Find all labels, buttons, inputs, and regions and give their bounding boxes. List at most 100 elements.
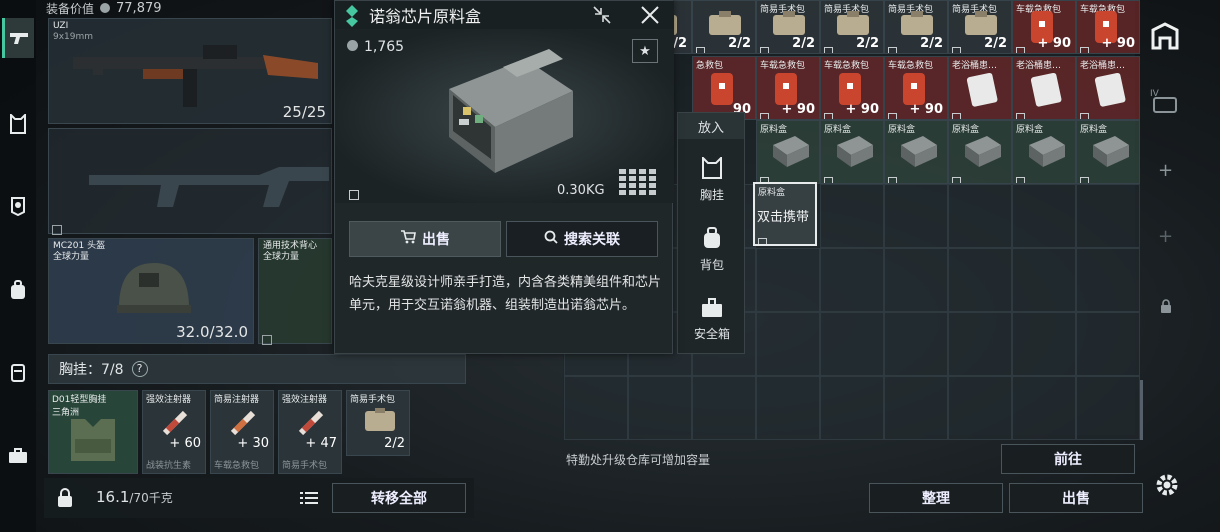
- equipment-value-label: 装备价值: [46, 1, 95, 16]
- empty-stash-cell[interactable]: [1076, 248, 1140, 312]
- empty-stash-cell[interactable]: [756, 376, 820, 440]
- goto-button[interactable]: 前往: [1001, 444, 1135, 474]
- rig-item-injector-2[interactable]: 简易注射器 + 30 车载急救包: [210, 390, 274, 474]
- item-count: + 60: [169, 436, 201, 451]
- rig-item-surgery-kit[interactable]: 简易手术包 2/2: [346, 390, 410, 456]
- nav-weapon-tab[interactable]: [2, 18, 34, 58]
- stash-item[interactable]: 老浴桶患…: [1012, 56, 1076, 120]
- empty-stash-cell[interactable]: [756, 312, 820, 376]
- cell-corner-icon: [888, 107, 897, 119]
- nav-backpack-tab[interactable]: [2, 270, 34, 310]
- briefcase-icon: [8, 448, 28, 464]
- stash-item[interactable]: 老浴桶患…: [1076, 56, 1140, 120]
- empty-stash-cell[interactable]: [820, 184, 884, 248]
- stash-item[interactable]: 车载急救包 + 90: [1076, 0, 1140, 54]
- empty-stash-cell[interactable]: [1076, 312, 1140, 376]
- item-name: 简易手术包: [350, 395, 396, 405]
- list-view-icon[interactable]: [300, 490, 318, 510]
- stash-item[interactable]: 简易手术包 2/2: [756, 0, 820, 54]
- favorite-star-icon[interactable]: ★: [632, 39, 658, 63]
- stash-item[interactable]: 车载急救包 + 90: [1012, 0, 1076, 54]
- primary-weapon-slot[interactable]: UZI 9x19mm 25/25: [48, 18, 332, 124]
- stash-item[interactable]: 简易手术包 2/2: [948, 0, 1012, 54]
- help-icon[interactable]: ?: [131, 361, 148, 377]
- empty-stash-cell[interactable]: [884, 376, 948, 440]
- vest-slot[interactable]: 通用技术背心 全球力量: [258, 238, 332, 345]
- stash-item[interactable]: 车载急救包 + 90: [884, 56, 948, 120]
- empty-stash-cell[interactable]: [564, 376, 628, 440]
- cell-corner-icon: [1080, 107, 1089, 119]
- empty-stash-cell[interactable]: [948, 248, 1012, 312]
- grid-size-icon: [619, 169, 659, 199]
- stash-item[interactable]: 简易手术包 2/2: [884, 0, 948, 54]
- popup-title: 诺翁芯片原料盒: [369, 7, 482, 26]
- nav-pouch-tab[interactable]: [2, 352, 34, 392]
- close-icon[interactable]: [639, 4, 661, 30]
- nav-safebox-tab[interactable]: [2, 436, 34, 476]
- empty-stash-cell[interactable]: [948, 184, 1012, 248]
- stash-item[interactable]: 原料盒: [820, 120, 884, 184]
- cell-corner-icon: [760, 107, 769, 119]
- empty-stash-cell[interactable]: [1012, 376, 1076, 440]
- rifle-silhouette-icon: [89, 159, 329, 213]
- search-label: 搜索关联: [564, 232, 620, 248]
- put-in-safebox-option[interactable]: 安全箱: [682, 291, 742, 349]
- empty-stash-cell[interactable]: [1012, 248, 1076, 312]
- empty-stash-cell[interactable]: [1076, 184, 1140, 248]
- empty-stash-cell[interactable]: [820, 248, 884, 312]
- settings-gear-icon[interactable]: [1154, 472, 1180, 502]
- add-icon-disabled: +: [1158, 226, 1174, 247]
- stash-item[interactable]: 原料盒: [884, 120, 948, 184]
- storage-tab-icon[interactable]: IV: [1150, 86, 1180, 118]
- stash-item[interactable]: 原料盒: [756, 120, 820, 184]
- lock-icon[interactable]: [56, 488, 74, 512]
- empty-stash-cell[interactable]: [756, 248, 820, 312]
- empty-stash-cell[interactable]: [884, 248, 948, 312]
- equipment-value: 装备价值 77,879: [46, 0, 162, 16]
- stash-item[interactable]: 车载急救包 + 90: [820, 56, 884, 120]
- stash-item[interactable]: 2/2: [692, 0, 756, 54]
- rig-item-injector-1[interactable]: 强效注射器 + 60 战装抗生素: [142, 390, 206, 474]
- helmet-slot[interactable]: MC201 头盔 全球力量 32.0/32.0: [48, 238, 254, 344]
- empty-stash-cell[interactable]: [820, 312, 884, 376]
- empty-stash-cell[interactable]: [884, 184, 948, 248]
- popup-sell-button[interactable]: 出售: [349, 221, 501, 257]
- stash-item[interactable]: 简易手术包 2/2: [820, 0, 884, 54]
- secondary-weapon-slot[interactable]: [48, 128, 332, 235]
- stash-item[interactable]: 原料盒: [1012, 120, 1076, 184]
- put-in-backpack-option[interactable]: 背包: [682, 221, 742, 279]
- stash-scrollbar[interactable]: [1140, 380, 1143, 440]
- stash-sell-button[interactable]: 出售: [1009, 483, 1143, 513]
- empty-stash-cell[interactable]: [692, 376, 756, 440]
- transfer-all-button[interactable]: 转移全部: [332, 483, 466, 513]
- cell-corner-icon: [760, 171, 769, 183]
- rig-item-injector-3[interactable]: 强效注射器 + 47 简易手术包: [278, 390, 342, 474]
- selected-stash-item[interactable]: 原料盒 双击携带: [753, 182, 817, 246]
- cell-corner-icon: [824, 171, 833, 183]
- stash-item[interactable]: 急救包 90: [692, 56, 756, 120]
- empty-stash-cell[interactable]: [1012, 312, 1076, 376]
- stash-item[interactable]: 原料盒: [948, 120, 1012, 184]
- nav-armor-tab[interactable]: [2, 186, 34, 226]
- empty-stash-cell[interactable]: [628, 376, 692, 440]
- cell-corner-icon: [888, 171, 897, 183]
- stash-item[interactable]: 车载急救包 + 90: [756, 56, 820, 120]
- empty-stash-cell[interactable]: [1076, 376, 1140, 440]
- stash-item[interactable]: 原料盒: [1076, 120, 1140, 184]
- item-name: 强效注射器: [282, 395, 328, 405]
- add-icon[interactable]: +: [1158, 160, 1173, 181]
- stash-item[interactable]: 老浴桶患…: [948, 56, 1012, 120]
- empty-stash-cell[interactable]: [820, 376, 884, 440]
- nav-rig-tab[interactable]: [2, 104, 34, 144]
- empty-stash-cell[interactable]: [884, 312, 948, 376]
- search-related-button[interactable]: 搜索关联: [506, 221, 658, 257]
- empty-stash-cell[interactable]: [1012, 184, 1076, 248]
- collapse-icon[interactable]: [591, 4, 613, 30]
- put-in-chest-rig-option[interactable]: 胸挂: [682, 151, 742, 209]
- organize-button[interactable]: 整理: [869, 483, 1003, 513]
- option-label: 胸挂: [699, 188, 724, 202]
- stash-tab-icon[interactable]: [1150, 22, 1180, 54]
- empty-stash-cell[interactable]: [948, 312, 1012, 376]
- empty-stash-cell[interactable]: [948, 376, 1012, 440]
- chest-rig-item[interactable]: D01轻型胸挂 三角洲: [48, 390, 138, 474]
